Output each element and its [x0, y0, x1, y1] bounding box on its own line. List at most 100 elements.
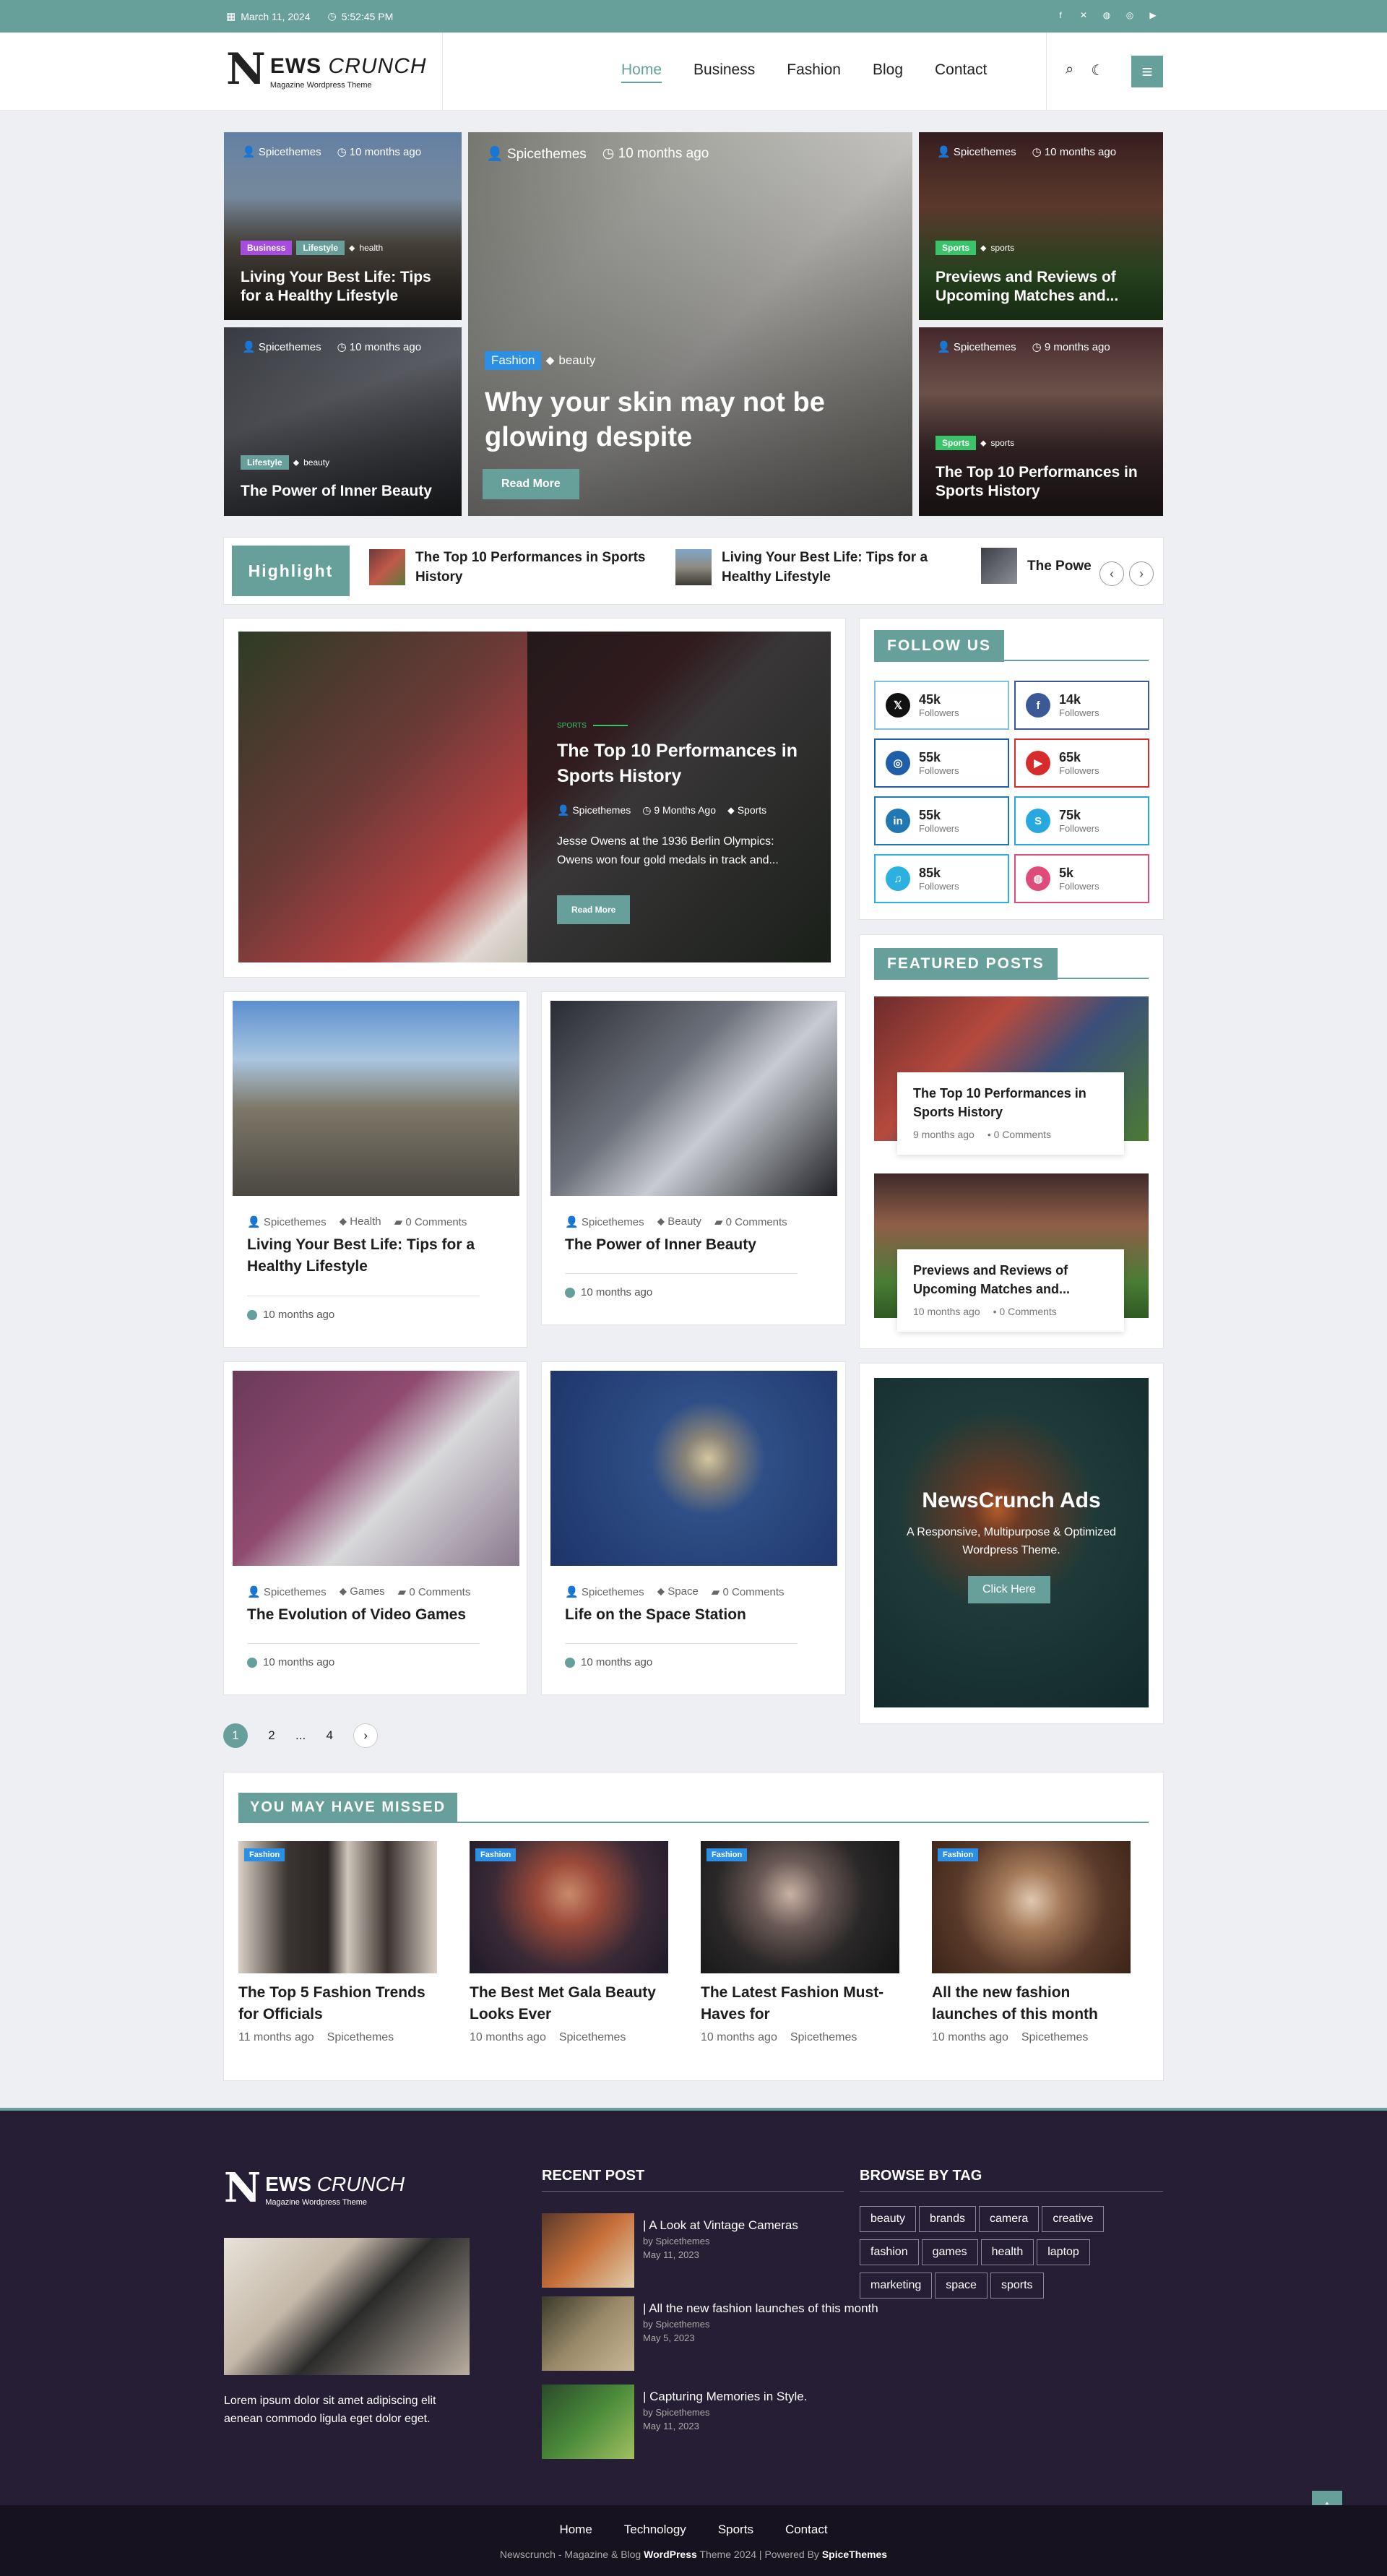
- site-logo[interactable]: N EWS CRUNCH Magazine Wordpress Theme: [226, 46, 427, 93]
- youtube-icon[interactable]: ▶: [1145, 7, 1161, 23]
- recent-title[interactable]: A Look at Vintage Cameras: [649, 2218, 798, 2232]
- follow-skype[interactable]: S 75k Followers: [1014, 796, 1149, 845]
- tag-link[interactable]: sports: [990, 2273, 1044, 2299]
- comments-count[interactable]: 0 Comments: [994, 1129, 1051, 1140]
- tag-link[interactable]: creative: [1042, 2206, 1105, 2232]
- recent-post[interactable]: | A Look at Vintage Cameras by Spicetheme…: [542, 2213, 798, 2288]
- missed-title[interactable]: The Latest Fashion Must-Haves for: [701, 1982, 899, 2025]
- hero-main-card[interactable]: 👤 Spicethemes ◷ 10 months ago Fashion ⬥ bea…: [468, 132, 912, 516]
- category-link[interactable]: Health: [350, 1215, 381, 1228]
- category-badge[interactable]: Fashion: [938, 1848, 979, 1861]
- hero-card[interactable]: 👤 Spicethemes ◷ 10 months ago Lifestyle ⬥ b…: [224, 327, 462, 516]
- nav-contact[interactable]: Contact: [935, 61, 987, 83]
- recent-title[interactable]: All the new fashion launches of this mon…: [649, 2301, 878, 2315]
- ticker-item[interactable]: The Powe: [981, 548, 1092, 584]
- recent-thumb[interactable]: [542, 2296, 634, 2371]
- footer-link-sports[interactable]: Sports: [718, 2523, 753, 2537]
- hero-title[interactable]: The Top 10 Performances in Sports Histor…: [936, 463, 1149, 501]
- comments-count[interactable]: 0 Comments: [409, 1586, 470, 1598]
- missed-title[interactable]: All the new fashion launches of this mon…: [932, 1982, 1131, 2025]
- comments-count[interactable]: 0 Comments: [999, 1306, 1056, 1317]
- post-card[interactable]: 👤 Spicethemes ⬥ Health ▰ 0 Comments Living…: [223, 991, 527, 1348]
- page-2[interactable]: 2: [259, 1723, 284, 1748]
- category-badge[interactable]: Lifestyle: [241, 455, 289, 470]
- tag-link[interactable]: games: [921, 2239, 978, 2265]
- follow-youtube[interactable]: ▶ 65k Followers: [1014, 738, 1149, 788]
- featured-card[interactable]: The Top 10 Performances in Sports Histor…: [897, 1072, 1124, 1155]
- follow-vk[interactable]: ♫ 85k Followers: [874, 854, 1009, 903]
- tag-link[interactable]: fashion: [860, 2239, 919, 2265]
- category-badge[interactable]: Business: [241, 241, 293, 255]
- follow-dribbble[interactable]: ◍ 5k Followers: [1014, 854, 1149, 903]
- missed-image[interactable]: Fashion: [470, 1841, 668, 1973]
- category-badge[interactable]: Sports: [936, 241, 977, 255]
- footer-logo[interactable]: N EWS CRUNCH Magazine Wordpress Theme: [224, 2166, 405, 2210]
- menu-button[interactable]: ≡: [1131, 56, 1163, 87]
- missed-item[interactable]: Fashion The Best Met Gala Beauty Looks E…: [470, 1841, 668, 2044]
- hero-card[interactable]: 👤 Spicethemes ◷ 10 months ago Sports ⬥ spor…: [919, 132, 1163, 320]
- post-image[interactable]: [233, 1371, 519, 1566]
- nav-fashion[interactable]: Fashion: [787, 61, 841, 83]
- recent-post[interactable]: | Capturing Memories in Style. by Spiceth…: [542, 2385, 807, 2459]
- hero-title[interactable]: Why your skin may not be glowing despite: [485, 385, 855, 455]
- hero-card[interactable]: 👤 Spicethemes ◷ 9 months ago Sports ⬥ sport…: [919, 327, 1163, 516]
- prev-arrow-icon[interactable]: ‹: [1099, 561, 1124, 586]
- hero-title[interactable]: The Power of Inner Beauty: [241, 482, 447, 501]
- category-badge[interactable]: Fashion: [485, 351, 542, 370]
- category-link[interactable]: Space: [667, 1585, 699, 1598]
- missed-item[interactable]: Fashion The Top 5 Fashion Trends for Off…: [238, 1841, 437, 2044]
- featured-title[interactable]: The Top 10 Performances in Sports Histor…: [913, 1084, 1108, 1121]
- hero-title[interactable]: Previews and Reviews of Upcoming Matches…: [936, 268, 1149, 306]
- featured-card[interactable]: Previews and Reviews of Upcoming Matches…: [897, 1249, 1124, 1332]
- missed-image[interactable]: Fashion: [238, 1841, 437, 1973]
- category-badge[interactable]: Fashion: [707, 1848, 748, 1861]
- ticker-item[interactable]: The Top 10 Performances in Sports Histor…: [369, 548, 654, 587]
- tag-link[interactable]: brands: [919, 2206, 976, 2232]
- post-title[interactable]: The Evolution of Video Games: [247, 1604, 498, 1626]
- recent-post[interactable]: | All the new fashion launches of this m…: [542, 2296, 878, 2371]
- follow-instagram[interactable]: ◎ 55k Followers: [874, 738, 1009, 788]
- comments-count[interactable]: 0 Comments: [723, 1586, 785, 1598]
- tag-link[interactable]: Sports: [738, 804, 766, 816]
- nav-home[interactable]: Home: [621, 61, 662, 83]
- post-image[interactable]: [550, 1001, 837, 1196]
- post-card[interactable]: 👤 Spicethemes ⬥ Beauty ▰ 0 Comments The Po…: [541, 991, 846, 1325]
- read-more-button[interactable]: Read More: [483, 469, 579, 499]
- dribbble-icon[interactable]: ◍: [1099, 7, 1115, 23]
- search-icon[interactable]: ⌕: [1066, 61, 1073, 79]
- tag-link[interactable]: health: [980, 2239, 1034, 2265]
- footer-link-technology[interactable]: Technology: [624, 2523, 686, 2537]
- tag-link[interactable]: space: [935, 2273, 988, 2299]
- x-icon[interactable]: ✕: [1076, 7, 1092, 23]
- post-title[interactable]: The Power of Inner Beauty: [565, 1234, 816, 1256]
- feature-title[interactable]: The Top 10 Performances in Sports Histor…: [557, 738, 817, 789]
- category-link[interactable]: Beauty: [667, 1215, 701, 1228]
- wordpress-link[interactable]: WordPress: [644, 2549, 697, 2560]
- next-page-icon[interactable]: ›: [353, 1723, 379, 1748]
- ads-button[interactable]: Click Here: [968, 1576, 1050, 1603]
- nav-business[interactable]: Business: [694, 61, 755, 83]
- read-more-button[interactable]: Read More: [557, 895, 631, 924]
- category-badge[interactable]: Fashion: [244, 1848, 285, 1861]
- hero-title[interactable]: Living Your Best Life: Tips for a Health…: [241, 268, 447, 306]
- tag-link[interactable]: beauty: [303, 457, 329, 468]
- tag-link[interactable]: health: [359, 243, 383, 253]
- tag-link[interactable]: marketing: [860, 2273, 933, 2299]
- category-badge[interactable]: Fashion: [475, 1848, 517, 1861]
- post-card[interactable]: 👤 Spicethemes ⬥ Space ▰ 0 Comments Life on…: [541, 1361, 846, 1695]
- facebook-icon[interactable]: f: [1053, 7, 1068, 23]
- feature-category[interactable]: SPORTS: [557, 722, 587, 730]
- missed-item[interactable]: Fashion All the new fashion launches of …: [932, 1841, 1131, 2044]
- category-badge[interactable]: Lifestyle: [296, 241, 345, 255]
- follow-x[interactable]: 𝕏 45k Followers: [874, 681, 1009, 730]
- tag-link[interactable]: beauty: [558, 353, 595, 368]
- footer-link-home[interactable]: Home: [559, 2523, 592, 2537]
- next-arrow-icon[interactable]: ›: [1129, 561, 1154, 586]
- recent-title[interactable]: Capturing Memories in Style.: [649, 2390, 807, 2403]
- instagram-icon[interactable]: ◎: [1122, 7, 1138, 23]
- post-title[interactable]: Life on the Space Station: [565, 1604, 816, 1626]
- ticker-item[interactable]: Living Your Best Life: Tips for a Health…: [675, 548, 960, 587]
- tag-link[interactable]: sports: [990, 438, 1014, 448]
- missed-title[interactable]: The Best Met Gala Beauty Looks Ever: [470, 1982, 668, 2025]
- dark-mode-icon[interactable]: ☾: [1091, 61, 1104, 79]
